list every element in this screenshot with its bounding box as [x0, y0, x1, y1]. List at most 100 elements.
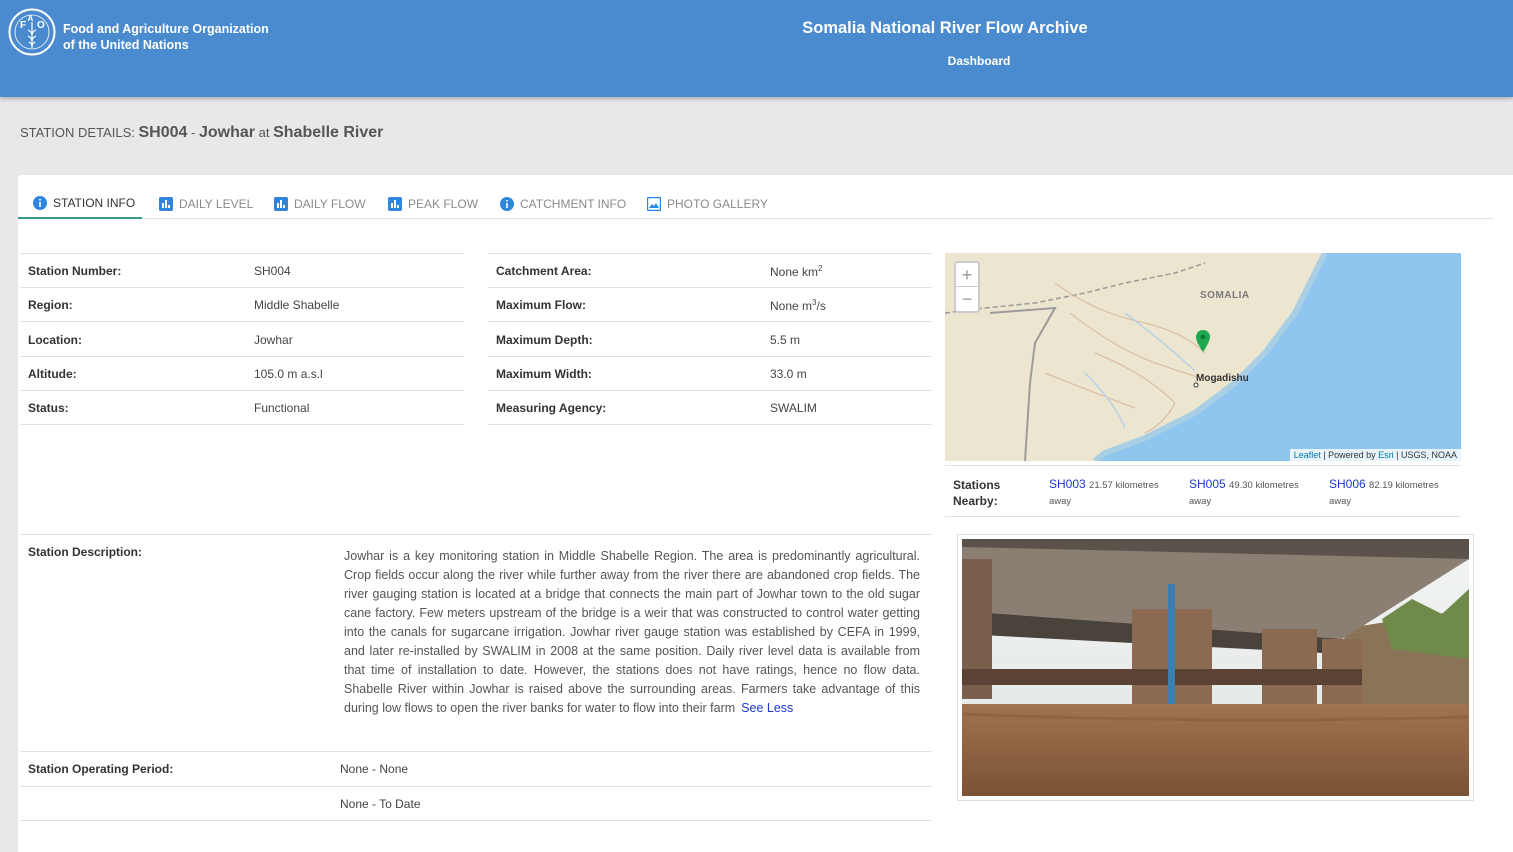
row-value: Functional — [254, 401, 310, 415]
row-value: SWALIM — [770, 401, 817, 415]
table-row: Altitude: 105.0 m a.s.l — [20, 356, 464, 391]
row-value: 33.0 m — [770, 367, 807, 381]
tab-daily-level[interactable]: DAILY LEVEL — [159, 188, 253, 219]
map-marker-icon[interactable] — [1196, 330, 1210, 352]
row-label: Altitude: — [28, 367, 77, 381]
station-metrics-table: Catchment Area: None km2 Maximum Flow: N… — [488, 253, 932, 425]
operating-period-value: None - None — [340, 762, 409, 776]
tab-label: DAILY FLOW — [294, 196, 366, 211]
operating-period-label: Station Operating Period: — [28, 762, 174, 776]
tab-label: STATION INFO — [53, 195, 136, 210]
row-value: Middle Shabelle — [254, 298, 340, 312]
zoom-out-button[interactable]: − — [956, 287, 978, 311]
value-sup: 2 — [818, 264, 823, 273]
table-row: Status: Functional — [20, 390, 464, 425]
nearby-distance-suffix: away — [1329, 496, 1352, 507]
description-text: Jowhar is a key monitoring station in Mi… — [344, 547, 920, 718]
tab-station-info[interactable]: STATION INFO — [18, 188, 142, 219]
tab-label: PHOTO GALLERY — [667, 196, 768, 211]
info-icon — [500, 196, 514, 211]
station-info-table: Station Number: SH004 Region: Middle Sha… — [20, 253, 464, 425]
description-label: Station Description: — [28, 545, 143, 559]
zoom-in-button[interactable]: + — [956, 263, 978, 287]
map-attribution: Leaflet | Powered by Esri | USGS, NOAA — [1289, 449, 1461, 461]
nearby-distance-suffix: away — [1189, 496, 1212, 507]
bar-chart-icon — [388, 196, 402, 211]
nav-dashboard-link[interactable]: Dashboard — [0, 54, 1513, 68]
table-row: Station Number: SH004 — [20, 253, 464, 288]
tab-catchment-info[interactable]: CATCHMENT INFO — [500, 188, 626, 219]
bar-chart-icon — [159, 196, 173, 211]
table-row: Region: Middle Shabelle — [20, 287, 464, 322]
bridge-photo — [962, 539, 1469, 796]
heading-at: at — [258, 125, 270, 140]
station-card: STATION INFO DAILY LEVEL DAILY FLOW PEAK… — [18, 175, 1513, 852]
map-country-label: SOMALIA — [1200, 290, 1250, 301]
value-suffix: /s — [816, 299, 826, 313]
image-icon — [647, 196, 661, 211]
row-value: None m3/s — [770, 298, 826, 313]
heading-dash: - — [191, 125, 196, 140]
info-icon — [33, 195, 47, 210]
tab-peak-flow[interactable]: PEAK FLOW — [388, 188, 478, 219]
row-value: Jowhar — [254, 333, 293, 347]
tab-label: PEAK FLOW — [408, 196, 479, 211]
table-row: Location: Jowhar — [20, 321, 464, 356]
operating-period-value: None - To Date — [340, 797, 421, 811]
heading-prefix: STATION DETAILS: — [20, 125, 135, 140]
tab-label: DAILY LEVEL — [179, 196, 254, 211]
app-title: Somalia National River Flow Archive — [802, 19, 1088, 37]
nearby-station-link[interactable]: SH003 — [1049, 477, 1086, 491]
see-less-link[interactable]: See Less — [741, 701, 793, 715]
nearby-distance: 21.57 kilometres — [1089, 480, 1159, 491]
row-label: Status: — [28, 401, 69, 415]
row-label: Region: — [28, 298, 73, 312]
row-label: Station Number: — [28, 264, 122, 278]
table-row: Catchment Area: None km2 — [488, 253, 932, 288]
attribution-rest: | USGS, NOAA — [1393, 450, 1457, 460]
station-photo[interactable] — [957, 534, 1474, 801]
nearby-station-link[interactable]: SH005 — [1189, 477, 1226, 491]
nearby-distance: 49.30 kilometres — [1229, 480, 1299, 491]
nearby-label: Stations Nearby: — [953, 477, 1023, 509]
bar-chart-icon — [274, 196, 288, 211]
page-title: STATION DETAILS: SH004 - Jowhar at Shabe… — [20, 124, 383, 142]
esri-link[interactable]: Esri — [1378, 450, 1394, 460]
tab-daily-flow[interactable]: DAILY FLOW — [274, 188, 366, 219]
nearby-distance: 82.19 kilometres — [1369, 480, 1439, 491]
table-row: Maximum Depth: 5.5 m — [488, 321, 932, 356]
value-text: None km — [770, 265, 819, 279]
nearby-label-line1: Stations — [953, 478, 1001, 492]
table-row: Measuring Agency: SWALIM — [488, 390, 932, 425]
nearby-distance-suffix: away — [1049, 496, 1072, 507]
attribution-separator: | Powered by — [1320, 450, 1379, 460]
row-value: 105.0 m a.s.l — [254, 367, 323, 381]
station-name: Jowhar — [199, 124, 256, 141]
nearby-station-item: SH003 21.57 kilometres away — [1049, 477, 1184, 509]
row-value: SH004 — [254, 264, 291, 278]
row-label: Location: — [28, 333, 82, 347]
map-canvas — [945, 253, 1328, 461]
operating-period-row: Station Operating Period: None - None — [20, 751, 932, 786]
nearby-station-item: SH005 49.30 kilometres away — [1189, 477, 1324, 509]
row-label: Maximum Depth: — [496, 333, 593, 347]
station-code: SH004 — [138, 124, 188, 141]
row-label: Measuring Agency: — [496, 401, 607, 415]
map-zoom-control: + − — [954, 261, 980, 313]
app-header: F O A Food and Agriculture Organization … — [0, 0, 1513, 97]
tab-photo-gallery[interactable]: PHOTO GALLERY — [647, 188, 768, 219]
row-label: Maximum Width: — [496, 367, 592, 381]
river-name: Shabelle River — [273, 124, 384, 141]
nearby-label-line2: Nearby: — [953, 494, 998, 508]
row-value: None km2 — [770, 264, 822, 279]
operating-period-row: None - To Date — [20, 786, 932, 821]
description-body: Jowhar is a key monitoring station in Mi… — [344, 549, 920, 715]
leaflet-link[interactable]: Leaflet — [1294, 450, 1321, 460]
tab-bar: STATION INFO DAILY LEVEL DAILY FLOW PEAK… — [18, 188, 1494, 219]
tab-label: CATCHMENT INFO — [520, 196, 627, 211]
nearby-station-item: SH006 82.19 kilometres away — [1329, 477, 1464, 509]
station-map[interactable]: SOMALIA Mogadishu + − Leaflet | Powered … — [945, 253, 1461, 461]
row-label: Maximum Flow: — [496, 298, 587, 312]
nearby-station-link[interactable]: SH006 — [1329, 477, 1366, 491]
row-label: Catchment Area: — [496, 264, 592, 278]
